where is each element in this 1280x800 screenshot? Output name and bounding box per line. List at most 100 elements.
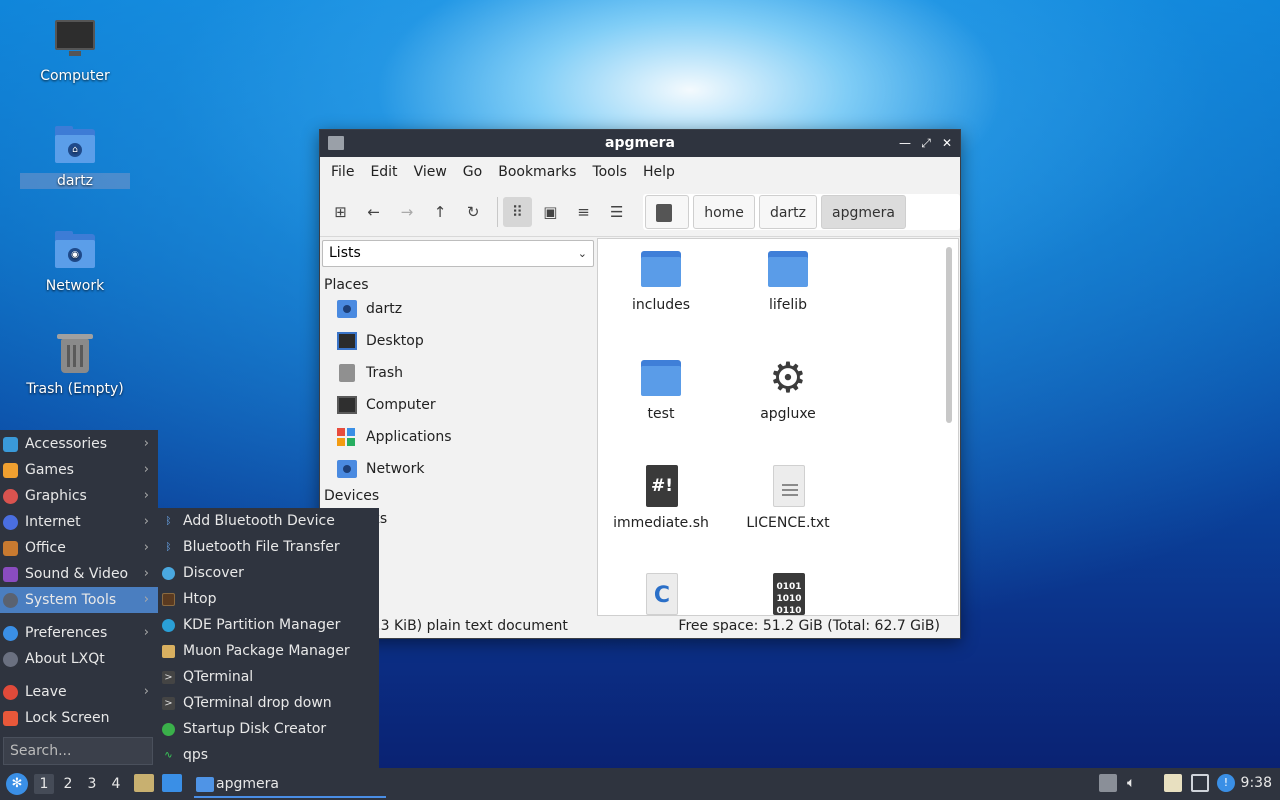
clock[interactable]: 9:38 bbox=[1241, 775, 1272, 791]
desktop-icon-label: Network bbox=[45, 278, 105, 294]
menu-about-lxqt[interactable]: About LXQt bbox=[0, 646, 158, 672]
eject-icon[interactable] bbox=[1099, 774, 1117, 792]
desktop-icon bbox=[337, 332, 357, 350]
menu-search-input[interactable]: Search... bbox=[3, 737, 153, 765]
close-icon[interactable]: ✕ bbox=[938, 134, 956, 152]
place-desktop[interactable]: Desktop bbox=[321, 325, 596, 357]
breadcrumb: / home dartz apgmera bbox=[643, 193, 960, 255]
file-name: apgluxe bbox=[760, 406, 816, 422]
desktop-icon-home-folder[interactable]: ⌂ dartz bbox=[20, 123, 130, 189]
breadcrumb-apgmera[interactable]: apgmera bbox=[821, 194, 906, 229]
menu-office[interactable]: Office › bbox=[0, 535, 158, 561]
menu-internet[interactable]: Internet › bbox=[0, 509, 158, 535]
side-pane-mode-select[interactable]: Lists ⌄ bbox=[322, 240, 594, 267]
compact-view-icon[interactable]: ≡ bbox=[569, 197, 598, 227]
lock-icon bbox=[3, 711, 18, 726]
cpp-source-icon: C bbox=[639, 573, 683, 615]
computer-icon bbox=[53, 18, 97, 62]
minimize-icon[interactable]: — bbox=[896, 134, 914, 152]
clipboard-icon[interactable] bbox=[1164, 774, 1182, 792]
breadcrumb-home[interactable]: home bbox=[693, 194, 755, 229]
menu-help[interactable]: Help bbox=[635, 164, 683, 180]
menu-go[interactable]: Go bbox=[455, 164, 490, 180]
reload-icon[interactable]: ↻ bbox=[459, 197, 488, 227]
discover-icon bbox=[162, 567, 175, 580]
desktop-switch-3[interactable]: 3 bbox=[82, 774, 102, 794]
submenu-qterminal-drop-down[interactable]: > QTerminal drop down bbox=[158, 690, 379, 716]
menu-graphics[interactable]: Graphics › bbox=[0, 483, 158, 509]
start-menu-button[interactable]: ✻ bbox=[6, 773, 28, 795]
menu-lock-screen[interactable]: Lock Screen bbox=[0, 705, 158, 731]
new-tab-icon[interactable]: ⊞ bbox=[326, 197, 355, 227]
taskbar-task-apgmera[interactable]: apgmera bbox=[194, 770, 386, 798]
file-item-immediate-sh[interactable]: #! immediate.sh bbox=[601, 465, 721, 531]
chevron-right-icon: › bbox=[143, 488, 149, 503]
process-monitor-icon: ∿ bbox=[164, 750, 173, 761]
maximize-icon[interactable]: ⤢ bbox=[917, 134, 935, 152]
submenu-bluetooth-file-transfer[interactable]: ᛒ Bluetooth File Transfer bbox=[158, 534, 379, 560]
chevron-right-icon: › bbox=[143, 592, 149, 607]
file-item-apgluxe[interactable]: ⚙ apgluxe bbox=[728, 353, 848, 423]
devices-header: Devices bbox=[324, 488, 380, 504]
submenu-qterminal[interactable]: > QTerminal bbox=[158, 664, 379, 690]
file-item-binary[interactable]: 0101 1010 0110 bbox=[728, 573, 848, 615]
place-trash[interactable]: Trash bbox=[321, 357, 596, 389]
file-item-includes[interactable]: includes bbox=[601, 247, 721, 313]
trash-icon bbox=[53, 331, 97, 375]
file-manager-launcher-icon[interactable] bbox=[134, 774, 154, 792]
file-item-test[interactable]: test bbox=[601, 356, 721, 422]
desktop-icon-network[interactable]: ◉ Network bbox=[20, 228, 130, 294]
submenu-qps[interactable]: ∿ qps bbox=[158, 742, 379, 768]
file-item-cpp-source[interactable]: C bbox=[601, 573, 721, 615]
window-titlebar[interactable]: apgmera — ⤢ ✕ bbox=[320, 130, 960, 157]
place-applications[interactable]: Applications bbox=[321, 421, 596, 453]
menu-leave[interactable]: Leave › bbox=[0, 679, 158, 705]
network-icon[interactable] bbox=[1191, 774, 1209, 792]
volume-icon[interactable]: 🔈︎ bbox=[1127, 774, 1145, 792]
menu-edit[interactable]: Edit bbox=[362, 164, 405, 180]
back-arrow-icon[interactable]: ← bbox=[359, 197, 388, 227]
detailed-list-view-icon[interactable]: ☰ bbox=[602, 197, 631, 227]
executable-gear-icon: ⚙ bbox=[769, 353, 807, 402]
menu-games[interactable]: Games › bbox=[0, 457, 158, 483]
terminal-icon: > bbox=[162, 671, 175, 684]
desktop-switch-2[interactable]: 2 bbox=[58, 774, 78, 794]
terminal-icon: > bbox=[162, 697, 175, 710]
notification-icon[interactable]: ! bbox=[1217, 774, 1235, 792]
vertical-scrollbar[interactable] bbox=[946, 247, 952, 423]
file-item-licence-txt[interactable]: LICENCE.txt bbox=[728, 465, 848, 531]
bluetooth-icon: ᛒ bbox=[165, 516, 172, 527]
menu-preferences[interactable]: Preferences › bbox=[0, 620, 158, 646]
submenu-add-bluetooth-device[interactable]: ᛒ Add Bluetooth Device bbox=[158, 508, 379, 534]
menu-file[interactable]: File bbox=[323, 164, 362, 180]
desktop-icon-computer[interactable]: Computer bbox=[20, 18, 130, 84]
submenu-startup-disk-creator[interactable]: Startup Disk Creator bbox=[158, 716, 379, 742]
place-computer[interactable]: Computer bbox=[321, 389, 596, 421]
submenu-htop[interactable]: Htop bbox=[158, 586, 379, 612]
desktop-icon-trash[interactable]: Trash (Empty) bbox=[20, 331, 130, 397]
breadcrumb-root[interactable]: / bbox=[645, 194, 690, 255]
multimedia-icon bbox=[3, 567, 18, 582]
breadcrumb-dartz[interactable]: dartz bbox=[758, 194, 817, 229]
menu-system-tools[interactable]: System Tools › bbox=[0, 587, 158, 613]
menu-tools[interactable]: Tools bbox=[584, 164, 635, 180]
place-network[interactable]: Network bbox=[321, 453, 596, 485]
menu-bookmarks[interactable]: Bookmarks bbox=[490, 164, 584, 180]
icon-view-icon[interactable]: ⠿ bbox=[502, 196, 532, 227]
places-header: Places bbox=[324, 277, 369, 293]
submenu-discover[interactable]: Discover bbox=[158, 560, 379, 586]
submenu-kde-partition-manager[interactable]: KDE Partition Manager bbox=[158, 612, 379, 638]
forward-arrow-icon[interactable]: → bbox=[392, 197, 421, 227]
show-desktop-icon[interactable] bbox=[162, 774, 182, 792]
place-dartz[interactable]: dartz bbox=[321, 293, 596, 325]
binary-file-icon: 0101 1010 0110 bbox=[766, 573, 810, 615]
submenu-muon-package-manager[interactable]: Muon Package Manager bbox=[158, 638, 379, 664]
thumbnail-view-icon[interactable]: ▣ bbox=[536, 197, 565, 227]
menu-accessories[interactable]: Accessories › bbox=[0, 431, 158, 457]
desktop-switch-4[interactable]: 4 bbox=[106, 774, 126, 794]
file-item-lifelib[interactable]: lifelib bbox=[728, 247, 848, 313]
desktop-switch-1[interactable]: 1 bbox=[34, 774, 54, 794]
menu-sound-video[interactable]: Sound & Video › bbox=[0, 561, 158, 587]
menu-view[interactable]: View bbox=[406, 164, 455, 180]
up-arrow-icon[interactable]: ↑ bbox=[425, 197, 454, 227]
